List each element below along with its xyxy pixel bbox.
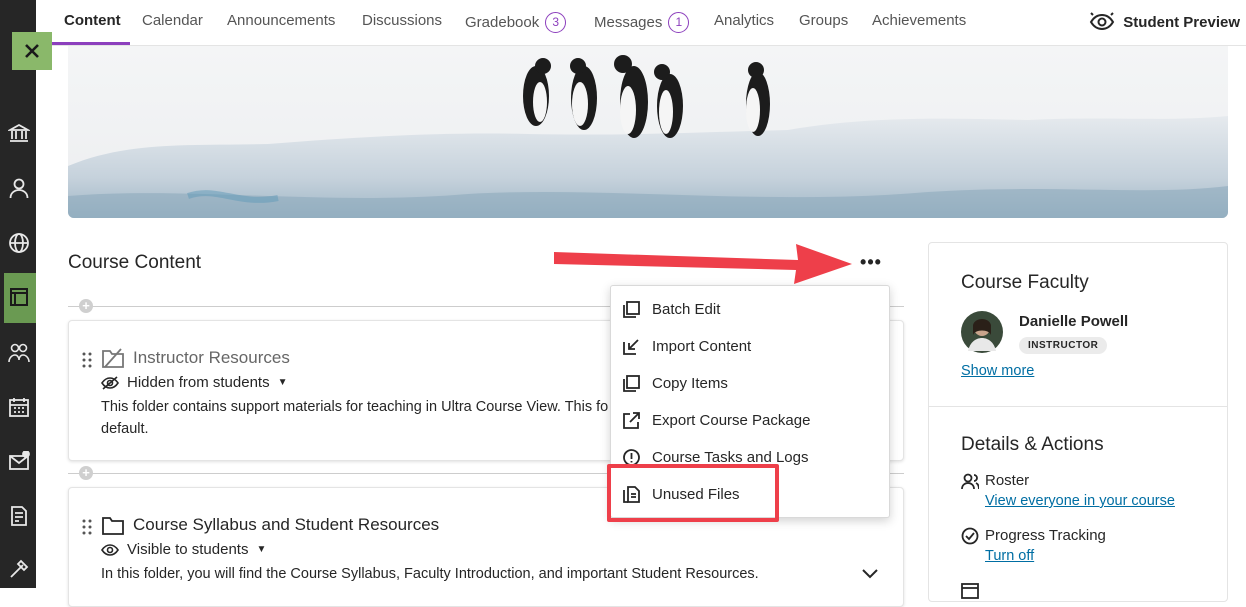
details-actions-heading: Details & Actions bbox=[961, 434, 1104, 455]
active-tab-indicator bbox=[52, 42, 130, 45]
progress-tracking-link[interactable]: Turn off bbox=[985, 548, 1034, 564]
item-description-line: default. bbox=[101, 421, 149, 437]
tab-messages[interactable]: Messages 1 bbox=[594, 12, 690, 33]
progress-tracking-label: Progress Tracking bbox=[985, 527, 1106, 544]
grades-icon[interactable] bbox=[8, 505, 30, 527]
course-sidebar-panel: Course Faculty Danielle Powell INSTRUCTO… bbox=[928, 242, 1228, 602]
close-course-button[interactable] bbox=[12, 32, 52, 70]
menu-item-copy-items[interactable]: Copy Items bbox=[623, 370, 728, 396]
tab-content[interactable]: Content bbox=[64, 12, 121, 29]
chevron-down-icon[interactable] bbox=[861, 568, 879, 580]
tab-calendar[interactable]: Calendar bbox=[142, 12, 203, 29]
gradebook-badge: 3 bbox=[545, 12, 567, 33]
profile-icon[interactable] bbox=[8, 177, 30, 199]
penguins-on-ice-image bbox=[68, 46, 1228, 218]
preview-eye-icon bbox=[1090, 12, 1115, 31]
folder-icon bbox=[102, 517, 124, 535]
menu-item-label: Batch Edit bbox=[652, 300, 721, 318]
add-content-plus-icon[interactable]: + bbox=[79, 299, 93, 313]
roster-label: Roster bbox=[985, 472, 1030, 489]
messages-badge: 1 bbox=[668, 12, 690, 33]
show-more-link[interactable]: Show more bbox=[961, 363, 1034, 379]
drag-handle-icon[interactable] bbox=[81, 518, 93, 536]
faculty-name[interactable]: Danielle Powell bbox=[1019, 313, 1128, 330]
annotation-highlight-box bbox=[607, 464, 779, 522]
item-description: In this folder, you will find the Course… bbox=[101, 566, 759, 582]
menu-item-export-course-package[interactable]: Export Course Package bbox=[623, 407, 810, 433]
menu-item-label: Course Tasks and Logs bbox=[652, 448, 809, 466]
eye-slash-icon bbox=[101, 375, 119, 390]
groups-icon[interactable] bbox=[8, 342, 30, 364]
visibility-dropdown[interactable]: Hidden from students ▼ bbox=[101, 374, 287, 391]
drag-handle-icon[interactable] bbox=[81, 351, 93, 369]
calendar-icon[interactable] bbox=[8, 396, 30, 418]
folder-hidden-icon bbox=[102, 348, 124, 368]
course-content-heading: Course Content bbox=[68, 252, 202, 273]
item-title[interactable]: Course Syllabus and Student Resources bbox=[133, 515, 439, 535]
tab-announcements[interactable]: Announcements bbox=[227, 12, 335, 29]
caret-down-icon: ▼ bbox=[277, 377, 288, 388]
courses-icon[interactable] bbox=[8, 286, 30, 308]
calendar-icon bbox=[961, 583, 979, 599]
alert-icon bbox=[623, 448, 640, 466]
role-chip-label: INSTRUCTOR bbox=[1019, 337, 1108, 354]
item-description: This folder contains support materials f… bbox=[101, 396, 608, 440]
tab-gradebook[interactable]: Gradebook 3 bbox=[465, 12, 567, 33]
eye-icon bbox=[101, 543, 119, 556]
messages-icon[interactable] bbox=[8, 450, 30, 473]
more-options-button[interactable]: ••• bbox=[858, 250, 884, 274]
add-content-plus-icon[interactable]: + bbox=[79, 466, 93, 480]
item-title[interactable]: Instructor Resources bbox=[133, 348, 290, 368]
tools-icon[interactable] bbox=[8, 558, 30, 580]
course-banner-image bbox=[68, 46, 1228, 218]
left-navigation-rail bbox=[0, 0, 36, 588]
menu-item-label: Import Content bbox=[652, 337, 752, 355]
menu-item-batch-edit[interactable]: Batch Edit bbox=[623, 296, 720, 322]
visibility-label: Visible to students bbox=[127, 541, 249, 558]
roster-icon bbox=[961, 473, 979, 490]
institution-icon[interactable] bbox=[6, 122, 32, 144]
visibility-dropdown[interactable]: Visible to students ▼ bbox=[101, 541, 266, 558]
export-icon bbox=[623, 411, 640, 429]
progress-check-icon bbox=[961, 527, 979, 545]
tab-groups[interactable]: Groups bbox=[799, 12, 848, 29]
role-badge: INSTRUCTOR bbox=[1019, 335, 1108, 354]
caret-down-icon: ▼ bbox=[256, 544, 267, 555]
tab-gradebook-label: Gradebook bbox=[465, 14, 540, 31]
tab-analytics[interactable]: Analytics bbox=[714, 12, 774, 29]
item-description-line: This folder contains support materials f… bbox=[101, 399, 609, 415]
panel-divider bbox=[929, 406, 1227, 407]
menu-item-import-content[interactable]: Import Content bbox=[623, 333, 751, 359]
import-icon bbox=[623, 338, 639, 355]
course-faculty-heading: Course Faculty bbox=[961, 272, 1089, 293]
globe-icon[interactable] bbox=[8, 232, 30, 254]
visibility-label: Hidden from students bbox=[127, 374, 270, 391]
roster-link[interactable]: View everyone in your course bbox=[985, 493, 1175, 509]
annotation-arrow-icon bbox=[554, 244, 852, 284]
student-preview-label: Student Preview bbox=[1123, 13, 1240, 31]
menu-item-label: Copy Items bbox=[652, 374, 728, 392]
tab-discussions[interactable]: Discussions bbox=[362, 12, 442, 29]
avatar[interactable] bbox=[961, 311, 1003, 353]
course-top-navigation: Content Calendar Announcements Discussio… bbox=[36, 0, 1246, 46]
student-preview-button[interactable]: Student Preview bbox=[1089, 12, 1240, 32]
close-icon bbox=[25, 44, 39, 58]
tab-messages-label: Messages bbox=[594, 14, 663, 31]
menu-item-label: Export Course Package bbox=[652, 411, 811, 429]
batch-edit-icon bbox=[623, 300, 640, 318]
copy-icon bbox=[623, 374, 640, 392]
tab-achievements[interactable]: Achievements bbox=[872, 12, 966, 29]
